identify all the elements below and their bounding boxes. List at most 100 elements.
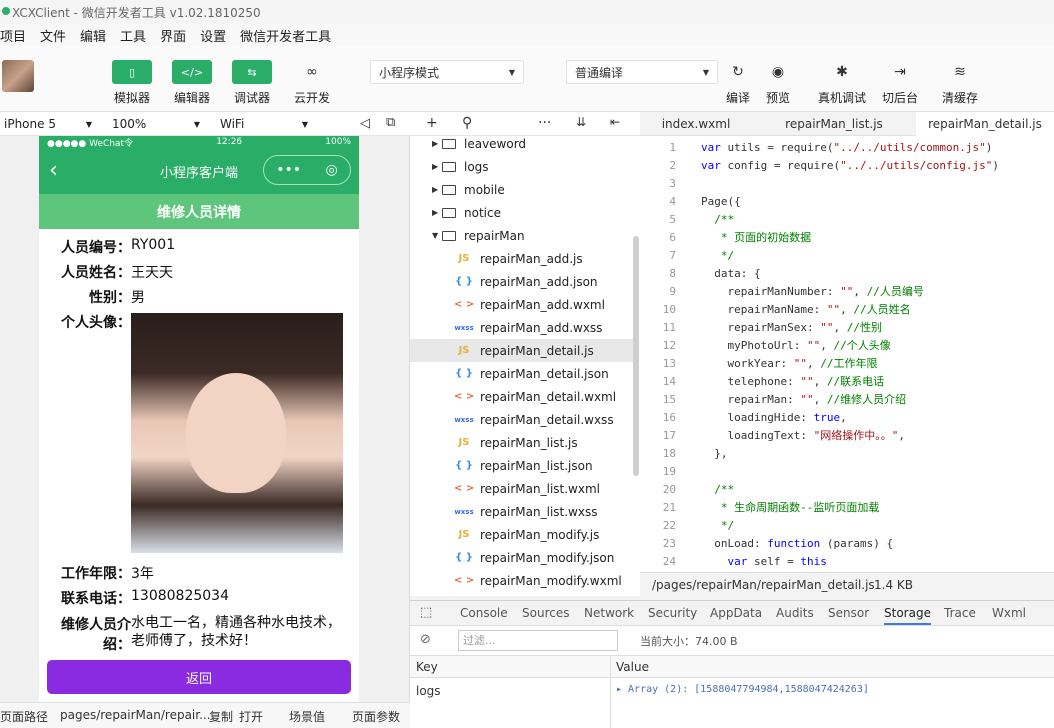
inspect-icon[interactable]: ⬚ bbox=[420, 605, 432, 620]
capsule-menu: ••• ◎ bbox=[263, 155, 351, 185]
file-item[interactable]: < > repairMan_detail.wxml bbox=[410, 385, 634, 408]
network-select[interactable]: WiFi ▼ bbox=[216, 112, 312, 136]
line-number: 1 bbox=[669, 140, 676, 154]
more-icon[interactable]: ••• bbox=[276, 162, 301, 178]
file-item[interactable]: JS repairMan_detail.js bbox=[410, 339, 634, 362]
mode-select[interactable]: 小程序模式 ▼ bbox=[370, 60, 524, 84]
editor-tab[interactable]: index.wxml bbox=[640, 112, 752, 136]
toolbar-phone-button[interactable]: ▯ 模拟器 bbox=[112, 60, 152, 106]
folder-item[interactable]: ▶ leaveword bbox=[410, 136, 634, 155]
code-text: repairManName: "", //人员姓名 bbox=[701, 303, 911, 316]
toolbar-bug-button[interactable]: ✱ 真机调试 bbox=[818, 60, 866, 106]
file-item[interactable]: < > repairMan_list.wxml bbox=[410, 477, 634, 500]
code-line: 2 var config = require("../../utils/confi… bbox=[640, 156, 1054, 174]
devtools-tab-console[interactable]: Console bbox=[460, 606, 508, 620]
compile-select[interactable]: 普通编译 ▼ bbox=[566, 60, 718, 84]
file-item[interactable]: wxss repairMan_list.wxss bbox=[410, 500, 634, 523]
devtools-tab-sensor[interactable]: Sensor bbox=[828, 606, 869, 620]
file-tree-scrollbar[interactable] bbox=[633, 236, 639, 476]
code-line: 10 repairManName: "", //人员姓名 bbox=[640, 300, 1054, 318]
line-number: 18 bbox=[662, 446, 676, 460]
sort-icon[interactable]: ⇊ bbox=[576, 115, 586, 129]
code-line: 16 loadingHide: true, bbox=[640, 408, 1054, 426]
detail-field: 性别：男 bbox=[39, 287, 359, 307]
tree-item-label: repairMan_add.js bbox=[480, 251, 583, 266]
menu-item[interactable]: 设置 bbox=[200, 26, 226, 45]
folder-item[interactable]: ▶ notice bbox=[410, 201, 634, 224]
detach-icon[interactable]: ⧉ bbox=[386, 115, 395, 130]
filter-input[interactable]: 过滤... bbox=[458, 630, 618, 651]
menu-item[interactable]: 微信开发者工具 bbox=[240, 26, 331, 45]
file-item[interactable]: { } repairMan_modify.json bbox=[410, 546, 634, 569]
page-params-label[interactable]: 页面参数 bbox=[352, 708, 400, 725]
devtools-tabs: ⬚ Console Sources Network Security AppData Au… bbox=[410, 600, 1054, 626]
toolbar-refresh-button[interactable]: ↻ 编译 bbox=[718, 60, 758, 106]
folder-item[interactable]: ▶ logs bbox=[410, 155, 634, 178]
js-file-icon: JS bbox=[458, 253, 470, 264]
file-item[interactable]: { } repairMan_list.json bbox=[410, 454, 634, 477]
file-item[interactable]: JS repairMan_add.js bbox=[410, 247, 634, 270]
devtools-tab-wxml[interactable]: Wxml bbox=[992, 606, 1026, 620]
file-item[interactable]: { } repairMan_add.json bbox=[410, 270, 634, 293]
devtools-tab-audits[interactable]: Audits bbox=[776, 606, 814, 620]
menu-bar: 项目 文件 编辑 工具 界面 设置 微信开发者工具 bbox=[0, 24, 1054, 46]
file-item[interactable]: < > repairMan_modify.wxml bbox=[410, 569, 634, 592]
toolbar-eye-button[interactable]: ◉ 预览 bbox=[758, 60, 798, 106]
close-circle-icon[interactable]: ◎ bbox=[326, 162, 338, 178]
wxss-file-icon: wxss bbox=[454, 323, 474, 332]
toolbar-code-button[interactable]: </> 编辑器 bbox=[172, 60, 212, 106]
devtools-tab-security[interactable]: Security bbox=[648, 606, 697, 620]
clear-icon[interactable]: ⊘ bbox=[420, 632, 431, 647]
devtools-tab-sources[interactable]: Sources bbox=[522, 606, 569, 620]
bug-icon: ✱ bbox=[836, 64, 848, 80]
line-number: 5 bbox=[669, 212, 676, 226]
detail-field: 维修人员介绍： 水电工一名，精通各种水电技术，老师傅了，技术好！ bbox=[39, 614, 343, 654]
file-path: /pages/repairMan/repairMan_detail.js bbox=[652, 578, 875, 592]
menu-item[interactable]: 文件 bbox=[40, 26, 66, 45]
menu-item[interactable]: 工具 bbox=[120, 26, 146, 45]
toolbar-button-label: 真机调试 bbox=[818, 91, 867, 105]
scene-value-label[interactable]: 场景值 bbox=[289, 708, 325, 725]
menu-item[interactable]: 编辑 bbox=[80, 26, 106, 45]
more-icon[interactable]: ··· bbox=[538, 115, 551, 131]
menu-item[interactable]: 项目 bbox=[0, 26, 26, 45]
toolbar-debug-button[interactable]: ⇆ 调试器 bbox=[232, 60, 272, 106]
line-number: 9 bbox=[669, 284, 676, 298]
file-item[interactable]: wxss repairMan_detail.wxss bbox=[410, 408, 634, 431]
file-tree: ▶ leaveword ▶ logs ▶ mobile ▶ notice ▼ repairMan J… bbox=[410, 136, 640, 596]
row-value: ▸ Array (2): [1588047794984,158804742426… bbox=[616, 684, 869, 695]
zoom-select[interactable]: 100% ▼ bbox=[108, 112, 204, 136]
editor-tab[interactable]: repairMan_list.js bbox=[752, 112, 916, 136]
field-value: RY001 bbox=[131, 237, 176, 253]
toolbar-cloud-button[interactable]: ∞ 云开发 bbox=[292, 60, 332, 106]
file-item[interactable]: JS repairMan_modify.js bbox=[410, 523, 634, 546]
devtools-tab-trace[interactable]: Trace bbox=[944, 606, 976, 620]
code-text: var config = require("../../utils/config… bbox=[701, 158, 1000, 172]
folder-item[interactable]: ▼ repairMan bbox=[410, 224, 634, 247]
code-editor[interactable]: 1 var utils = require("../../utils/common… bbox=[640, 136, 1054, 572]
devtools-tab-storage[interactable]: Storage bbox=[884, 606, 931, 625]
devtools-tab-appdata[interactable]: AppData bbox=[710, 606, 762, 620]
file-item[interactable]: JS repairMan_list.js bbox=[410, 431, 634, 454]
user-avatar[interactable] bbox=[2, 60, 34, 92]
folder-item[interactable]: ▶ mobile bbox=[410, 178, 634, 201]
editor-tab[interactable]: repairMan_detail.js bbox=[916, 112, 1054, 136]
devtools-tab-network[interactable]: Network bbox=[584, 606, 634, 620]
back-button[interactable]: 返回 bbox=[47, 660, 351, 694]
toolbar-layers-button[interactable]: ≋ 清缓存 bbox=[940, 60, 980, 106]
file-item[interactable]: < > repairMan_add.wxml bbox=[410, 293, 634, 316]
toolbar-switch-button[interactable]: ⇥ 切后台 bbox=[880, 60, 920, 106]
search-icon[interactable]: ⚲ bbox=[462, 115, 472, 131]
add-icon[interactable]: + bbox=[426, 115, 438, 131]
file-item[interactable]: { } repairMan_detail.json bbox=[410, 362, 634, 385]
menu-item[interactable]: 界面 bbox=[160, 26, 186, 45]
device-select[interactable]: iPhone 5 ▼ bbox=[0, 112, 96, 136]
copy-link[interactable]: 复制 bbox=[209, 708, 233, 725]
phone-screen: ●●●●● WeChat令 12:26 100% ‹ 小程序客户端 ••• ◎ … bbox=[39, 136, 359, 702]
open-link[interactable]: 打开 bbox=[239, 708, 263, 725]
mute-icon[interactable]: ◁ bbox=[360, 116, 370, 131]
collapse-icon[interactable]: ⇤ bbox=[610, 115, 620, 129]
file-item[interactable]: wxss repairMan_add.wxss bbox=[410, 316, 634, 339]
code-line: 21 * 生命周期函数--监听页面加载 bbox=[640, 498, 1054, 516]
toolbar-button-label: 切后台 bbox=[881, 91, 918, 105]
